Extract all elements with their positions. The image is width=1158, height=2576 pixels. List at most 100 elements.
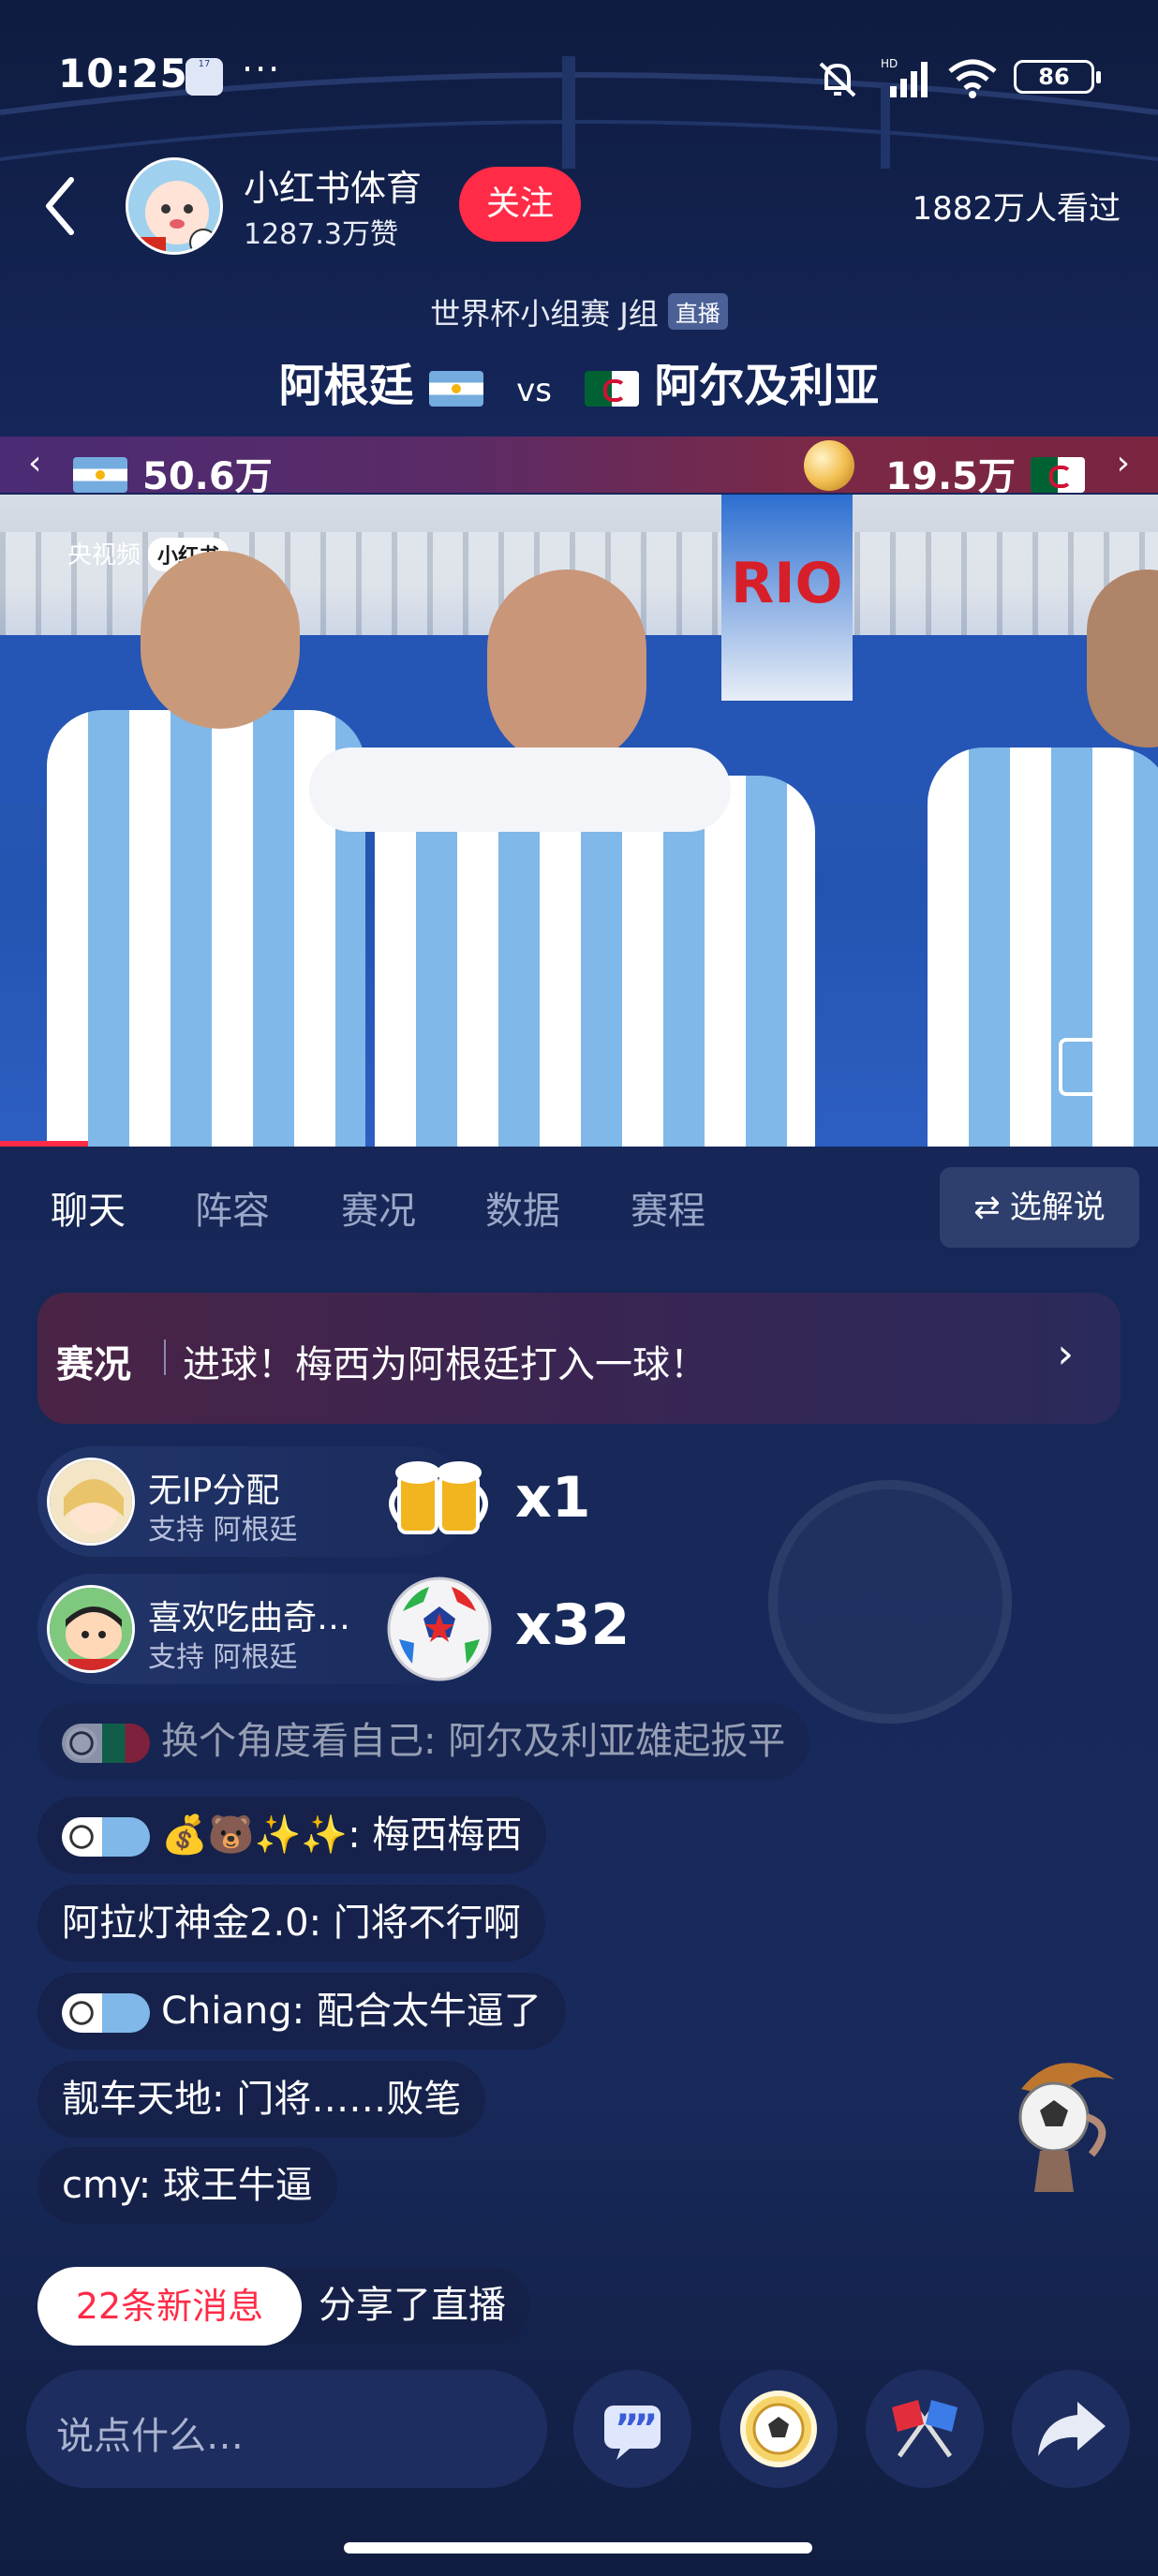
clock: 10:25 xyxy=(58,51,188,96)
team-badge-icon xyxy=(62,1817,150,1857)
tab-lineup[interactable]: 阵容 xyxy=(195,1180,270,1235)
follow-button[interactable]: 关注 xyxy=(459,167,581,242)
gift-user-name[interactable]: 无IP分配 xyxy=(148,1463,279,1512)
event-tag: 赛况 xyxy=(56,1343,131,1386)
new-messages-button[interactable]: 22条新消息 xyxy=(37,2267,302,2346)
channel-likes: 1287.3万赞 xyxy=(244,218,398,251)
chevron-left-icon[interactable]: ‹ xyxy=(28,444,41,482)
gold-ball-icon xyxy=(740,2391,817,2467)
home-support[interactable]: 50.6万 xyxy=(73,446,273,500)
team-badge-icon xyxy=(62,1993,150,2033)
away-support[interactable]: 19.5万 xyxy=(885,446,1085,500)
commentator-label: 选解说 xyxy=(1009,1189,1106,1226)
gift-count: x1 xyxy=(515,1465,591,1531)
status-bar: 10:25 17 ··· HD 86 xyxy=(0,0,1158,155)
gift-support-label: 支持 阿根廷 xyxy=(148,1514,298,1547)
user-avatar[interactable] xyxy=(47,1585,135,1673)
calendar-icon: 17 xyxy=(186,58,223,96)
event-text: 进球！梅西为阿根廷打入一球！ xyxy=(183,1343,707,1386)
player-arm xyxy=(309,748,731,832)
support-bar[interactable]: ‹ 50.6万 19.5万 › xyxy=(0,437,1158,498)
crossed-flags-icon xyxy=(892,2400,958,2458)
mute-bell-icon xyxy=(819,62,856,97)
live-badge: 直播 xyxy=(667,293,728,330)
choose-commentator-button[interactable]: ⇄ 选解说 xyxy=(940,1167,1139,1248)
cheer-flags-button[interactable] xyxy=(866,2370,984,2488)
comment-input[interactable]: 说点什么… xyxy=(26,2370,547,2488)
tab-stats[interactable]: 数据 xyxy=(485,1180,560,1235)
share-arrow-icon xyxy=(1038,2402,1106,2456)
gift-support-label: 支持 阿根廷 xyxy=(148,1641,298,1674)
share-button[interactable] xyxy=(1012,2370,1130,2488)
back-arrow-icon[interactable] xyxy=(37,169,84,244)
gold-ball-icon xyxy=(804,440,854,491)
match-teams: 阿根廷 vs 阿尔及利亚 xyxy=(0,348,1158,414)
away-team-name: 阿尔及利亚 xyxy=(654,360,880,412)
home-support-count: 50.6万 xyxy=(142,455,273,498)
quote-icon: ” ” xyxy=(604,2406,661,2460)
beer-icon xyxy=(389,1461,488,1534)
video-progress xyxy=(0,1141,88,1147)
team-badge-icon xyxy=(62,1724,150,1763)
chat-message[interactable]: 换个角度看自己: 阿尔及利亚雄起扳平 xyxy=(37,1703,810,1780)
algeria-flag-icon xyxy=(1031,457,1085,493)
tab-match-status[interactable]: 赛况 xyxy=(341,1180,416,1235)
gift-ball-button[interactable] xyxy=(720,2370,838,2488)
rotate-screen-icon[interactable] xyxy=(1059,1038,1102,1096)
calendar-day: 17 xyxy=(198,59,211,69)
match-round-label: 世界杯小组赛 J组 xyxy=(430,296,659,332)
gift-message: 无IP分配 支持 阿根廷 x1 xyxy=(37,1446,693,1557)
soccer-ball-icon xyxy=(387,1577,492,1681)
live-video-player[interactable]: RIO 央视频小红书 xyxy=(0,495,1158,1147)
trophy-ball-icon[interactable] xyxy=(1002,2051,1124,2201)
vs-label: vs xyxy=(516,372,552,409)
chat-text: cmy: 球王牛逼 xyxy=(62,2164,313,2207)
channel-avatar[interactable] xyxy=(126,157,223,255)
home-indicator[interactable] xyxy=(344,2542,812,2554)
live-stream-screen: 10:25 17 ··· HD 86 小红书体育 1287.3万赞 关注 188… xyxy=(0,0,1158,2576)
gift-count: x32 xyxy=(515,1592,631,1658)
chat-message[interactable]: cmy: 球王牛逼 xyxy=(37,2147,337,2224)
player-right xyxy=(928,748,1158,1147)
svg-text:”: ” xyxy=(633,2407,658,2450)
banner-text: RIO xyxy=(731,551,843,616)
background-ball-decoration xyxy=(768,1480,1012,1724)
battery-level: 86 xyxy=(1038,64,1070,90)
chevron-right-icon: › xyxy=(1057,1330,1074,1378)
chevron-right-icon[interactable]: › xyxy=(1117,444,1130,482)
watermark-text: 央视频 xyxy=(67,541,141,570)
user-avatar[interactable] xyxy=(47,1458,135,1546)
chat-message[interactable]: Chiang: 配合太牛逼了 xyxy=(37,1973,566,2050)
chat-text: Chiang: 配合太牛逼了 xyxy=(161,1990,542,2033)
more-notifications-icon: ··· xyxy=(242,49,282,90)
event-divider xyxy=(164,1340,166,1375)
quote-reply-button[interactable]: ” ” xyxy=(573,2370,691,2488)
player-center-head xyxy=(487,570,646,766)
gift-message: 喜欢吃曲奇… 支持 阿根廷 x32 xyxy=(37,1574,693,1684)
match-event-banner[interactable]: 赛况 进球！梅西为阿根廷打入一球！ › xyxy=(37,1293,1121,1424)
argentina-flag-icon xyxy=(429,371,484,407)
channel-name[interactable]: 小红书体育 xyxy=(244,159,422,211)
player-right-head xyxy=(1087,570,1158,748)
chat-text: 靓车天地: 门将……败笔 xyxy=(62,2078,462,2121)
battery-icon: 86 xyxy=(1014,60,1101,94)
player-left-head xyxy=(141,551,300,729)
match-round: 世界杯小组赛 J组 直播 xyxy=(0,290,1158,333)
chat-message[interactable]: 靓车天地: 门将……败笔 xyxy=(37,2061,486,2138)
chat-text: 阿拉灯神金2.0: 门将不行啊 xyxy=(62,1902,521,1945)
away-support-count: 19.5万 xyxy=(885,455,1016,498)
chat-text: 💰🐻✨✨: 梅西梅西 xyxy=(161,1814,523,1857)
chat-text: 分享了直播 xyxy=(319,2284,506,2327)
argentina-flag-icon xyxy=(73,457,127,493)
gift-user-name[interactable]: 喜欢吃曲奇… xyxy=(148,1591,350,1639)
algeria-flag-icon xyxy=(584,371,639,407)
comment-input-placeholder: 说点什么… xyxy=(56,2415,244,2458)
tab-schedule[interactable]: 赛程 xyxy=(631,1180,705,1235)
tab-chat[interactable]: 聊天 xyxy=(51,1180,126,1235)
viewer-count: 1882万人看过 xyxy=(912,190,1121,228)
chat-message[interactable]: 💰🐻✨✨: 梅西梅西 xyxy=(37,1797,547,1873)
home-team-name: 阿根廷 xyxy=(278,360,414,412)
chat-text: 换个角度看自己: 阿尔及利亚雄起扳平 xyxy=(161,1720,786,1763)
wifi-icon xyxy=(948,59,997,98)
chat-message[interactable]: 阿拉灯神金2.0: 门将不行啊 xyxy=(37,1885,545,1962)
